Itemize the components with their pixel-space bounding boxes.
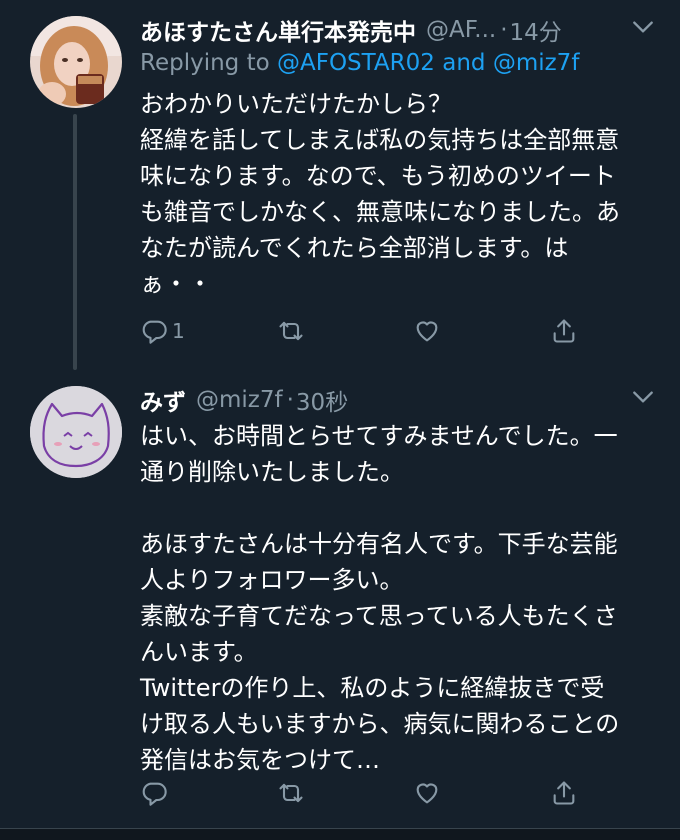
retweet-button[interactable] — [277, 779, 327, 807]
retweet-icon — [279, 321, 303, 341]
tweet-text: はい、お時間とらせてすみませんでした。一 通り削除いたしました。 あほすたさんは… — [140, 422, 620, 774]
share-icon — [553, 319, 575, 343]
tweet-actions: 1 — [140, 314, 600, 348]
replying-to: Replying to @AFOSTAR02 and @miz7f — [140, 50, 579, 76]
chevron-down-icon[interactable] — [630, 384, 656, 410]
tweet-text: おわかりいただけたかしら？ 経緯を話してしまえば私の気持ちは全部無意 味になりま… — [140, 90, 620, 298]
timestamp[interactable]: 14分 — [510, 13, 562, 47]
like-button[interactable] — [413, 317, 463, 345]
display-name[interactable]: あほすたさん単行本発売中 — [140, 13, 416, 47]
retweet-icon — [279, 783, 303, 803]
reply-count: 1 — [172, 319, 185, 343]
timestamp[interactable]: 30秒 — [296, 383, 348, 417]
user-handle[interactable]: @AF... — [426, 17, 496, 43]
tweet[interactable]: あほすたさん単行本発売中 @AF... · 14分 Replying to @A… — [0, 0, 680, 370]
avatar[interactable]: ~ — [30, 386, 122, 478]
svg-text:~: ~ — [36, 466, 42, 474]
reply-button[interactable]: 1 — [140, 317, 190, 345]
replying-label: Replying to — [140, 50, 270, 76]
share-button[interactable] — [550, 317, 600, 345]
mention-link[interactable]: @AFOSTAR02 — [277, 50, 435, 76]
tweet[interactable]: ~ みず @miz7f · 30秒 はい、お時間とらせてすみませんでした。一 通… — [0, 370, 680, 828]
tweet-actions — [140, 776, 600, 810]
separator-dot: · — [286, 387, 294, 413]
mention-link[interactable]: @miz7f — [493, 50, 580, 76]
cat-drawing-avatar: ~ — [30, 386, 122, 478]
replying-and: and — [442, 50, 486, 76]
share-icon — [553, 781, 575, 805]
avatar[interactable] — [30, 16, 122, 108]
chevron-down-icon[interactable] — [630, 14, 656, 40]
heart-icon — [416, 783, 438, 804]
display-name[interactable]: みず — [140, 383, 186, 417]
bottom-divider — [0, 828, 680, 840]
share-button[interactable] — [550, 779, 600, 807]
user-handle[interactable]: @miz7f — [196, 387, 283, 413]
reply-button[interactable] — [140, 779, 190, 807]
tweet-header: みず @miz7f · 30秒 — [140, 384, 660, 416]
separator-dot: · — [500, 17, 508, 43]
heart-icon — [416, 321, 438, 342]
reply-icon — [142, 782, 167, 806]
avatar-photo — [30, 16, 122, 108]
retweet-button[interactable] — [277, 317, 327, 345]
like-button[interactable] — [413, 779, 463, 807]
tweet-header: あほすたさん単行本発売中 @AF... · 14分 — [140, 14, 660, 46]
thread-line — [73, 114, 77, 370]
reply-icon — [142, 320, 167, 344]
